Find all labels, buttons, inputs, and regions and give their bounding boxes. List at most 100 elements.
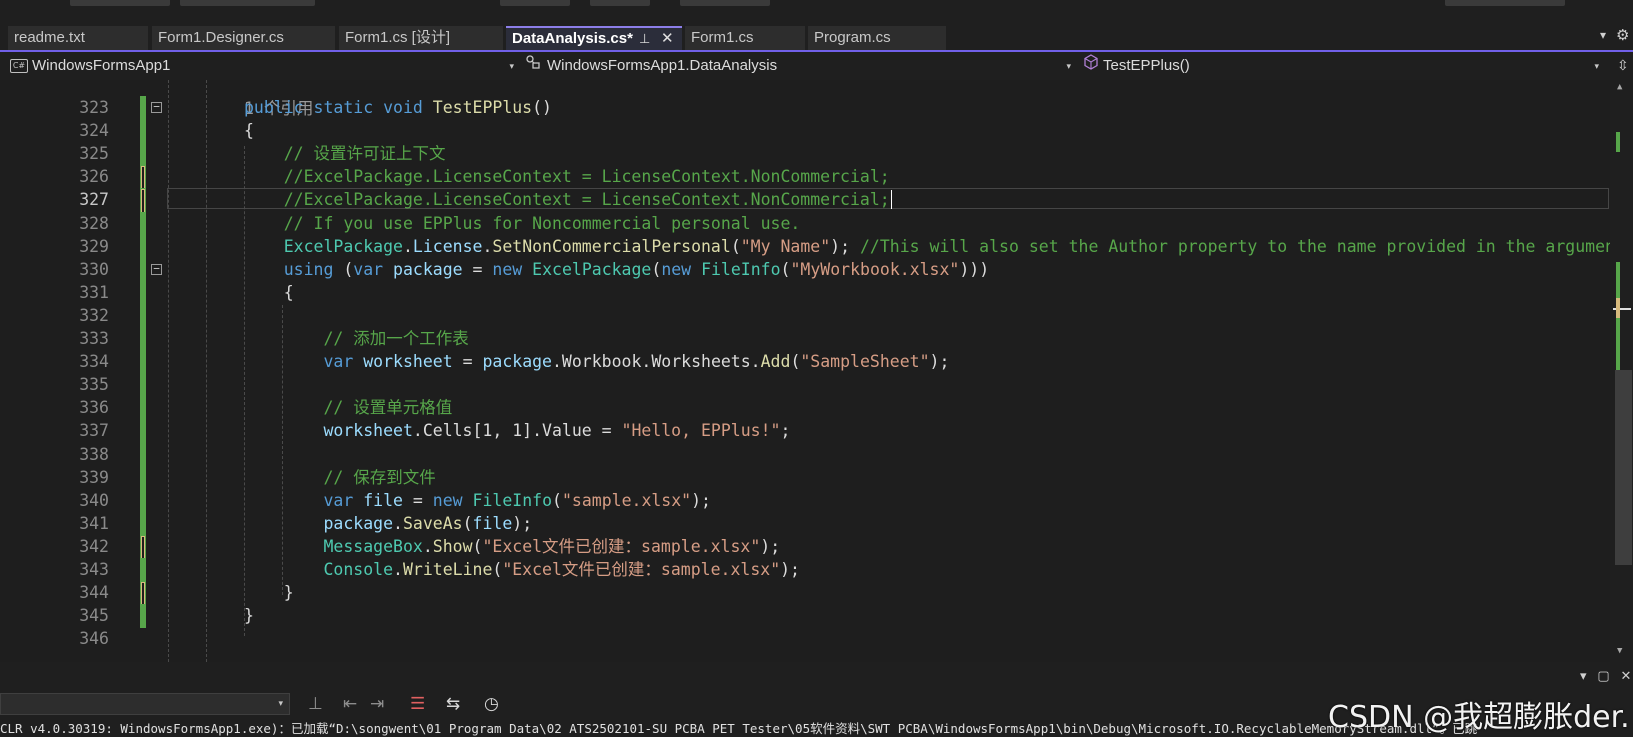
code-token: ;: [780, 421, 791, 441]
code-text[interactable]: //ExcelPackage.LicenseContext = LicenseC…: [244, 165, 890, 188]
code-text[interactable]: // If you use EPPlus for Noncommercial p…: [244, 212, 801, 235]
code-line[interactable]: 345}: [0, 604, 1610, 629]
code-text[interactable]: var worksheet = package.Workbook.Workshe…: [244, 350, 949, 373]
timestamp-icon[interactable]: ◷: [484, 693, 499, 715]
tab-list-dropdown-icon[interactable]: ▾: [1600, 28, 1606, 42]
code-text[interactable]: ExcelPackage.License.SetNonCommercialPer…: [244, 235, 1610, 258]
line-number: 345: [79, 606, 109, 626]
live-share-button[interactable]: [1445, 0, 1565, 6]
code-text[interactable]: Console.WriteLine("Excel文件已创建：sample.xls…: [244, 558, 800, 581]
code-text[interactable]: public static void TestEPPlus(): [244, 96, 552, 119]
code-text[interactable]: var file = new FileInfo("sample.xlsx");: [244, 489, 711, 512]
code-line[interactable]: 338: [0, 442, 1610, 467]
code-text[interactable]: package.SaveAs(file);: [244, 512, 532, 535]
close-icon[interactable]: ✕: [1621, 668, 1632, 683]
collapse-region-icon[interactable]: −: [151, 263, 162, 275]
text-caret: [890, 190, 892, 210]
maximize-icon[interactable]: ▢: [1597, 668, 1609, 683]
tab-form1-designer-cs[interactable]: Form1.Designer.cs: [152, 26, 335, 50]
method-icon: [1083, 54, 1099, 78]
code-token: (: [462, 513, 473, 533]
vertical-scrollbar[interactable]: ▲ ▼: [1610, 80, 1633, 662]
toolbar-bookmark-buttons[interactable]: [680, 0, 770, 6]
code-line[interactable]: 324 {: [0, 119, 1610, 144]
code-text[interactable]: // 设置许可证上下文: [244, 142, 446, 165]
pin-icon[interactable]: ⊥: [639, 28, 650, 50]
split-editor-icon[interactable]: ⇳: [1617, 57, 1629, 74]
code-line[interactable]: 331 {: [0, 280, 1610, 305]
code-text[interactable]: MessageBox.Show("Excel文件已创建：sample.xlsx"…: [244, 535, 780, 558]
code-line[interactable]: 329 ExcelPackage.License.SetNonCommercia…: [0, 234, 1610, 259]
class-selector[interactable]: WindowsFormsApp1.DataAnalysis ▾: [525, 54, 1075, 78]
code-line[interactable]: 334 var worksheet = package.Workbook.Wor…: [0, 350, 1610, 375]
code-token: =: [452, 352, 483, 372]
gear-icon[interactable]: ⚙: [1616, 26, 1629, 44]
code-text[interactable]: {: [244, 119, 254, 142]
code-line[interactable]: 341 package.SaveAs(file);: [0, 511, 1610, 536]
project-selector[interactable]: C# WindowsFormsApp1 ▾: [10, 54, 518, 78]
code-line[interactable]: 327 //ExcelPackage.LicenseContext = Lice…: [0, 188, 1610, 215]
tab-readme-txt[interactable]: readme.txt: [8, 26, 148, 50]
code-line[interactable]: 343 Console.WriteLine("Excel文件已创建：sample…: [0, 558, 1610, 582]
collapse-region-icon[interactable]: −: [151, 101, 162, 113]
toolbar-misc-button[interactable]: [590, 0, 650, 6]
code-line[interactable]: 346: [0, 627, 1610, 650]
code-token: //ExcelPackage.LicenseContext = LicenseC…: [283, 167, 890, 187]
toolbar-platform-combo[interactable]: [180, 0, 315, 6]
code-text[interactable]: // 设置单元格值: [244, 396, 452, 419]
code-line[interactable]: 332: [0, 303, 1610, 328]
code-line[interactable]: 340 var file = new FileInfo("sample.xlsx…: [0, 488, 1610, 513]
code-line[interactable]: 326 //ExcelPackage.LicenseContext = Lice…: [0, 165, 1610, 192]
code-token: }: [244, 583, 294, 603]
code-line[interactable]: 339 // 保存到文件: [0, 465, 1610, 490]
toolbar-run-button[interactable]: [500, 0, 570, 6]
code-line[interactable]: 337 worksheet.Cells[1, 1].Value = "Hello…: [0, 419, 1610, 444]
line-number: 344: [79, 583, 109, 603]
code-text[interactable]: worksheet.Cells[1, 1].Value = "Hello, EP…: [244, 419, 790, 442]
project-label: WindowsFormsApp1: [32, 57, 171, 74]
tab-label: readme.txt: [14, 29, 85, 46]
tab-form1-cs-design[interactable]: Form1.cs [设计]: [339, 26, 503, 50]
close-icon[interactable]: ✕: [661, 28, 674, 50]
go-to-next-icon[interactable]: ⇥: [370, 693, 384, 715]
code-line[interactable]: 328 // If you use EPPlus for Noncommerci…: [0, 211, 1610, 236]
code-text[interactable]: // 添加一个工作表: [244, 327, 468, 350]
code-lens-references[interactable]: 1 个引用: [0, 80, 1610, 118]
change-indicator: [140, 142, 146, 167]
clear-output-icon[interactable]: ☰: [410, 693, 425, 715]
scroll-change-marker: [1616, 132, 1620, 152]
code-line[interactable]: 323 − public static void TestEPPlus(): [0, 96, 1610, 120]
code-token: // 保存到文件: [323, 467, 436, 487]
tab-program-cs[interactable]: Program.cs: [808, 26, 946, 50]
code-text[interactable]: using (var package = new ExcelPackage(ne…: [244, 258, 989, 281]
toolbar-config-combo[interactable]: [70, 0, 170, 6]
code-token: worksheet: [323, 421, 413, 441]
code-token: void: [383, 98, 423, 117]
toggle-word-wrap-icon[interactable]: ⇆: [446, 693, 460, 715]
output-source-select[interactable]: ▾: [0, 693, 290, 715]
scroll-up-icon[interactable]: ▲: [1617, 82, 1622, 92]
go-to-previous-icon[interactable]: ⇤: [343, 693, 357, 715]
code-line[interactable]: 333 // 添加一个工作表: [0, 327, 1610, 351]
code-text[interactable]: {: [244, 281, 294, 304]
clear-all-icon[interactable]: ⊥: [308, 693, 323, 715]
code-token: var: [323, 352, 354, 372]
code-line[interactable]: 344 }: [0, 581, 1610, 608]
code-line[interactable]: 335: [0, 373, 1610, 398]
code-text[interactable]: }: [244, 604, 254, 627]
tab-form1-cs[interactable]: Form1.cs: [685, 26, 805, 50]
member-selector[interactable]: TestEPPlus() ▾: [1083, 54, 1603, 78]
code-text[interactable]: //ExcelPackage.LicenseContext = LicenseC…: [244, 188, 892, 211]
code-line[interactable]: 330− using (var package = new ExcelPacka…: [0, 257, 1610, 282]
code-line[interactable]: 336 // 设置单元格值: [0, 396, 1610, 421]
code-line[interactable]: 325 // 设置许可证上下文: [0, 142, 1610, 167]
tab-dataanalysis-cs[interactable]: DataAnalysis.cs* ⊥ ✕: [506, 26, 682, 50]
code-text[interactable]: }: [244, 581, 294, 604]
scroll-down-icon[interactable]: ▼: [1617, 646, 1622, 656]
code-editor[interactable]: 1 个引用 323− public static void TestEPPlus(…: [0, 80, 1610, 662]
code-text[interactable]: // 保存到文件: [244, 466, 436, 489]
panel-menu-icon[interactable]: ▾: [1580, 668, 1587, 683]
scrollbar-thumb[interactable]: [1615, 370, 1632, 565]
code-line[interactable]: 342 MessageBox.Show("Excel文件已创建：sample.x…: [0, 534, 1610, 561]
